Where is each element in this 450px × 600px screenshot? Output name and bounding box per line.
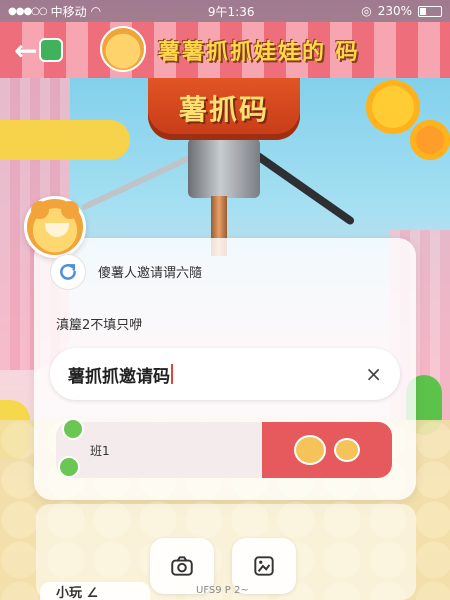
invite-code-input[interactable]: 薯抓抓邀请码 × xyxy=(50,348,400,400)
status-left: ●●●○○ 中移动 ◠ xyxy=(8,3,101,20)
yellow-stripe xyxy=(0,120,130,160)
frog-badge-icon xyxy=(62,418,84,440)
bear-duo-icon xyxy=(334,438,360,462)
header-bar: ← 薯薯抓抓娃娃的 码 xyxy=(0,22,450,78)
sun-sticker xyxy=(366,80,420,134)
refresh-button[interactable] xyxy=(50,254,86,290)
avatar xyxy=(24,196,86,258)
team-card[interactable]: 班1 xyxy=(56,422,392,478)
avatar-face xyxy=(45,223,69,237)
team-card-info: 班1 xyxy=(56,422,262,478)
refresh-icon xyxy=(60,264,76,280)
status-right: ◎ 230% xyxy=(361,4,442,18)
claw-machine-head: 薯抓码 xyxy=(148,76,300,140)
battery-percent: 230% xyxy=(377,4,412,18)
invite-code-value: 薯抓抓邀请码 xyxy=(68,366,170,387)
back-arrow-icon: ← xyxy=(14,33,38,67)
signal-icon: ●●●○○ xyxy=(8,5,48,17)
claw-body xyxy=(188,138,260,198)
status-time: 9午1:36 xyxy=(207,4,255,19)
monster-icon xyxy=(39,38,64,62)
album-icon xyxy=(254,556,274,576)
avatar-ear-left xyxy=(31,201,49,219)
machine-label: 薯抓码 xyxy=(178,93,269,126)
team-name: 班1 xyxy=(90,443,110,458)
camera-icon xyxy=(171,556,193,576)
orientation-lock-icon: ◎ xyxy=(361,4,372,18)
back-button[interactable]: ← xyxy=(14,30,70,70)
sun-sticker-small xyxy=(410,120,450,160)
carrier-name: 中移动 xyxy=(50,4,87,19)
page-title: 薯薯抓抓娃娃的 码 xyxy=(158,40,360,65)
battery-icon xyxy=(418,5,442,17)
wifi-icon: ◠ xyxy=(90,4,102,18)
watermark-text: UFS9 P 2~ xyxy=(196,585,249,596)
text-caret xyxy=(171,364,173,384)
invited-by-text: 傻薯人邀请谓六隨 xyxy=(98,266,203,281)
team-card-mascots xyxy=(262,422,392,478)
close-icon[interactable]: × xyxy=(365,364,382,384)
bear-icon xyxy=(294,435,326,465)
status-bar: ●●●○○ 中移动 ◠ 9午1:36 ◎ 230% xyxy=(0,0,450,22)
mascot-icon xyxy=(100,26,146,72)
fill-hint-text: 滇箼2不填只咿 xyxy=(56,318,143,333)
avatar-ear-right xyxy=(61,201,79,219)
bottom-label: 小玩 ∠ xyxy=(40,582,150,600)
frog-badge-icon xyxy=(58,456,80,478)
